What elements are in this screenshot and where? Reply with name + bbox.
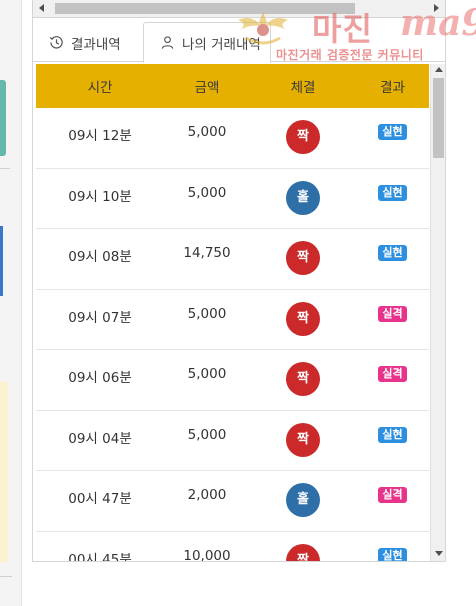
result-badge: 실현 — [378, 124, 407, 140]
table-row: 09시 10분 5,000 홀 실현 — [36, 168, 429, 229]
pick-even-ball: 짝 — [286, 543, 320, 561]
table-row: 09시 06분 5,000 짝 실격 — [36, 350, 429, 411]
table-row: 09시 04분 5,000 짝 실현 — [36, 410, 429, 471]
tab-my-trades[interactable]: 나의 거래내역 — [143, 22, 271, 63]
background-divider — [0, 576, 12, 577]
row-amount: 5,000 — [187, 426, 227, 443]
pick-even-ball: 짝 — [286, 422, 320, 457]
row-amount: 10,000 — [183, 547, 231, 562]
result-badge: 실격 — [378, 366, 407, 382]
trade-table: 시간 금액 체결 결과 09시 12분 5,000 짝 실현 09시 10분 5… — [36, 64, 429, 562]
tab-bar: 결과내역 나의 거래내역 — [33, 18, 445, 63]
row-time: 00시 45분 — [68, 551, 132, 562]
trade-history-panel: 결과내역 나의 거래내역 시간 금액 체결 결과 09시 12분 5,000 짝… — [32, 18, 446, 562]
row-amount: 5,000 — [187, 124, 227, 140]
row-amount: 5,000 — [187, 184, 227, 201]
row-time: 09시 08분 — [68, 249, 132, 265]
row-amount: 5,000 — [187, 305, 227, 322]
row-amount: 5,000 — [187, 366, 227, 382]
row-time: 00시 47분 — [68, 491, 132, 507]
column-header-result: 결과 — [380, 80, 405, 96]
tab-my-trades-label: 나의 거래내역 — [182, 36, 261, 53]
result-badge: 실현 — [378, 426, 407, 443]
row-time: 09시 12분 — [68, 128, 132, 144]
pick-even-ball: 짝 — [286, 301, 320, 336]
horizontal-scrollbar[interactable] — [32, 0, 446, 18]
background-accent-yellow — [0, 382, 8, 562]
vertical-scroll-thumb[interactable] — [433, 78, 444, 158]
background-accent-blue — [0, 226, 3, 296]
result-badge: 실격 — [378, 305, 407, 322]
row-time: 09시 04분 — [68, 430, 132, 447]
row-time: 09시 07분 — [68, 309, 132, 326]
scroll-up-arrow-icon[interactable] — [435, 67, 443, 72]
pick-even-ball: 짝 — [286, 241, 320, 275]
table-row: 00시 45분 10,000 짝 실현 — [36, 531, 429, 562]
user-icon — [161, 36, 174, 49]
row-time: 09시 06분 — [68, 370, 132, 386]
result-badge: 실현 — [378, 184, 407, 201]
table-row: 09시 12분 5,000 짝 실현 — [36, 108, 429, 169]
pick-even-ball: 짝 — [286, 362, 320, 396]
pick-odd-ball: 홀 — [286, 180, 320, 215]
result-badge: 실현 — [378, 245, 407, 261]
table-header: 시간 금액 체결 결과 — [36, 64, 429, 108]
table-row: 00시 47분 2,000 홀 실격 — [36, 471, 429, 532]
scroll-right-arrow-icon[interactable] — [434, 4, 439, 12]
table-row: 09시 08분 14,750 짝 실현 — [36, 229, 429, 290]
background-accent-teal — [0, 80, 6, 156]
tab-results[interactable]: 결과내역 — [33, 22, 143, 63]
row-amount: 2,000 — [187, 487, 227, 503]
table-row: 09시 07분 5,000 짝 실격 — [36, 289, 429, 350]
column-header-time: 시간 — [87, 80, 113, 96]
row-amount: 14,750 — [183, 245, 231, 261]
background-divider — [0, 168, 10, 169]
result-badge: 실격 — [378, 487, 407, 503]
history-icon — [49, 36, 63, 49]
pick-odd-ball: 홀 — [286, 483, 320, 517]
tab-results-label: 결과내역 — [71, 36, 121, 53]
column-header-amount: 금액 — [194, 80, 220, 96]
horizontal-scroll-thumb[interactable] — [55, 3, 355, 14]
scroll-left-arrow-icon[interactable] — [39, 4, 44, 12]
column-header-pick: 체결 — [290, 80, 316, 96]
row-time: 09시 10분 — [68, 188, 132, 205]
scroll-down-arrow-icon[interactable] — [435, 551, 443, 556]
result-badge: 실현 — [378, 547, 407, 561]
vertical-scrollbar[interactable] — [430, 64, 445, 561]
pick-even-ball: 짝 — [286, 120, 320, 154]
